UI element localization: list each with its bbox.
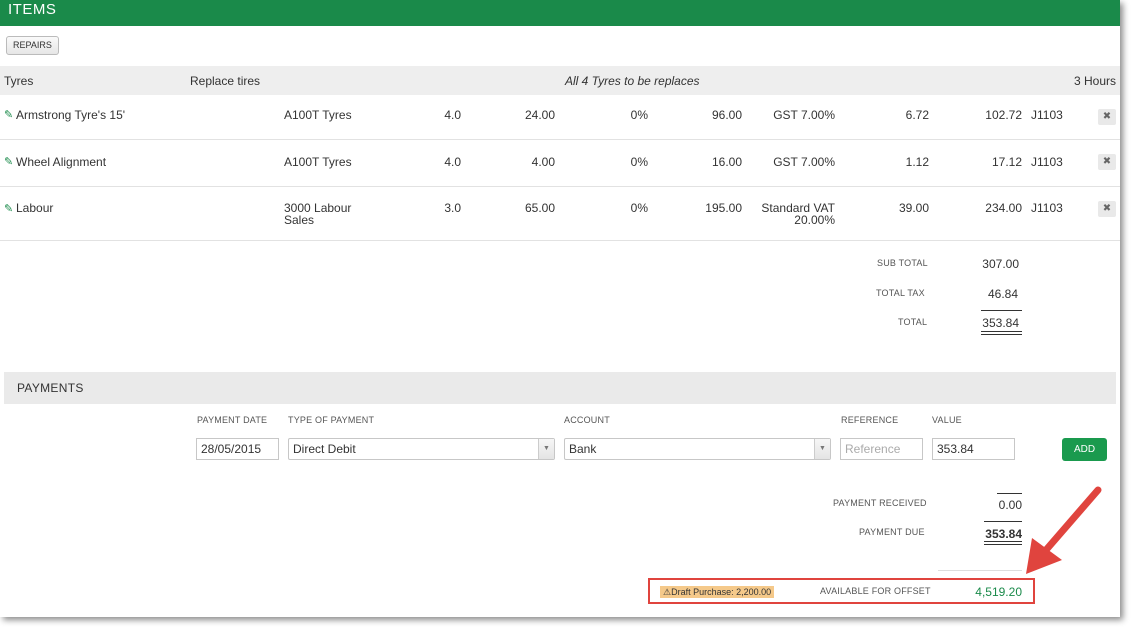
- divider: [981, 331, 1022, 335]
- draft-purchase-text: Draft Purchase: 2,200.00: [671, 587, 772, 597]
- value-label: VALUE: [932, 415, 962, 425]
- delete-item-button[interactable]: ✖: [1098, 201, 1116, 217]
- item-amount: 96.00: [711, 108, 742, 122]
- item-tax: 1.12: [905, 155, 929, 169]
- pencil-icon: ✎: [4, 156, 14, 168]
- divider: [984, 521, 1022, 522]
- item-tax-rate: GST 7.00%: [773, 155, 835, 169]
- item-qty: 4.0: [444, 155, 461, 169]
- payment-date-value: 28/05/2015: [201, 442, 262, 456]
- reference-label: REFERENCE: [841, 415, 899, 425]
- repairs-button[interactable]: REPAIRS: [6, 36, 59, 55]
- value-input[interactable]: 353.84: [932, 438, 1015, 460]
- payment-type-label: TYPE OF PAYMENT: [288, 415, 375, 425]
- item-name: Wheel Alignment: [16, 155, 107, 169]
- subtotal-value: 307.00: [982, 257, 1019, 271]
- total-label: TOTAL: [898, 317, 928, 327]
- group-row: Tyres Replace tires All 4 Tyres to be re…: [0, 66, 1120, 95]
- divider: [981, 310, 1022, 311]
- item-qty: 3.0: [444, 201, 461, 215]
- item-tax-rate: GST 7.00%: [773, 108, 835, 122]
- job-link[interactable]: J1103: [1031, 201, 1063, 215]
- payment-received-label: PAYMENT RECEIVED: [833, 498, 927, 508]
- item-discount: 0%: [630, 201, 648, 215]
- item-total: 17.12: [991, 155, 1022, 169]
- page-title: ITEMS: [8, 1, 57, 18]
- available-offset-value: 4,519.20: [975, 585, 1022, 599]
- reference-input[interactable]: Reference: [840, 438, 923, 460]
- item-price: 65.00: [524, 201, 555, 215]
- payments-title: PAYMENTS: [17, 381, 84, 395]
- close-icon: ✖: [1102, 111, 1112, 122]
- divider: [984, 541, 1022, 545]
- item-price: 4.00: [531, 155, 555, 169]
- subtotal-label: SUB TOTAL: [877, 258, 928, 268]
- payment-received-value: 0.00: [998, 498, 1022, 512]
- delete-item-button[interactable]: ✖: [1098, 154, 1116, 170]
- item-name: Labour: [16, 201, 54, 215]
- account-select[interactable]: Bank ▼: [564, 438, 831, 460]
- value-input-value: 353.84: [937, 442, 974, 456]
- account-value: Bank: [569, 442, 597, 456]
- payment-type-select[interactable]: Direct Debit ▼: [288, 438, 555, 460]
- item-discount: 0%: [630, 108, 648, 122]
- available-offset-label: AVAILABLE FOR OFFSET: [820, 586, 931, 596]
- chevron-down-icon: ▼: [814, 439, 830, 459]
- edit-item[interactable]: ✎: [4, 201, 13, 215]
- payments-header: PAYMENTS: [4, 372, 1116, 404]
- item-tax: 39.00: [898, 201, 929, 215]
- item-account: A100T Tyres: [284, 155, 352, 169]
- item-amount: 16.00: [711, 155, 742, 169]
- item-tax: 6.72: [905, 108, 929, 122]
- payment-date-field[interactable]: 28/05/2015: [196, 438, 279, 460]
- pencil-icon: ✎: [4, 109, 14, 121]
- total-tax-value: 46.84: [987, 287, 1018, 301]
- account-label: ACCOUNT: [564, 415, 610, 425]
- group-task: Replace tires: [190, 74, 261, 88]
- payment-type-value: Direct Debit: [293, 442, 356, 456]
- table-row: ✎ Labour 3000 Labour Sales 3.0 65.00 0% …: [0, 187, 1120, 241]
- payment-due-label: PAYMENT DUE: [859, 527, 925, 537]
- group-note: All 4 Tyres to be replaces: [565, 74, 700, 88]
- payment-date-label: PAYMENT DATE: [197, 415, 268, 425]
- close-icon: ✖: [1102, 203, 1112, 214]
- arrow-annotation: [1026, 486, 1102, 574]
- payment-due-value: 353.84: [985, 527, 1022, 541]
- total-value: 353.84: [982, 316, 1019, 330]
- item-total: 102.72: [985, 108, 1022, 122]
- table-row: ✎ Armstrong Tyre's 15' A100T Tyres 4.0 2…: [0, 95, 1120, 140]
- total-tax-label: TOTAL TAX: [876, 288, 925, 298]
- item-total: 234.00: [985, 201, 1022, 215]
- warning-icon: ⚠: [663, 587, 672, 597]
- job-link[interactable]: J1103: [1031, 108, 1063, 122]
- edit-item[interactable]: ✎: [4, 154, 13, 168]
- item-account-line2: Sales: [284, 213, 315, 227]
- divider: [938, 570, 1022, 571]
- item-tax-rate-line2: 20.00%: [794, 213, 835, 227]
- item-amount: 195.00: [705, 201, 742, 215]
- items-header: ITEMS: [0, 0, 1120, 26]
- table-row: ✎ Wheel Alignment A100T Tyres 4.0 4.00 0…: [0, 140, 1120, 187]
- close-icon: ✖: [1102, 156, 1112, 167]
- pencil-icon: ✎: [4, 203, 14, 215]
- item-account: A100T Tyres: [284, 108, 352, 122]
- item-name: Armstrong Tyre's 15': [16, 108, 126, 122]
- delete-item-button[interactable]: ✖: [1098, 109, 1116, 125]
- chevron-down-icon: ▼: [538, 439, 554, 459]
- draft-purchase-badge[interactable]: ⚠Draft Purchase: 2,200.00: [660, 586, 775, 598]
- items-panel: ITEMS REPAIRS Tyres Replace tires All 4 …: [0, 0, 1120, 617]
- reference-placeholder: Reference: [845, 442, 901, 456]
- item-discount: 0%: [630, 155, 648, 169]
- item-qty: 4.0: [444, 108, 461, 122]
- job-link[interactable]: J1103: [1031, 155, 1063, 169]
- add-payment-button[interactable]: ADD: [1062, 438, 1107, 461]
- edit-item[interactable]: ✎: [4, 107, 13, 121]
- group-category: Tyres: [4, 74, 34, 88]
- item-price: 24.00: [524, 108, 555, 122]
- group-hours: 3 Hours: [1073, 74, 1116, 88]
